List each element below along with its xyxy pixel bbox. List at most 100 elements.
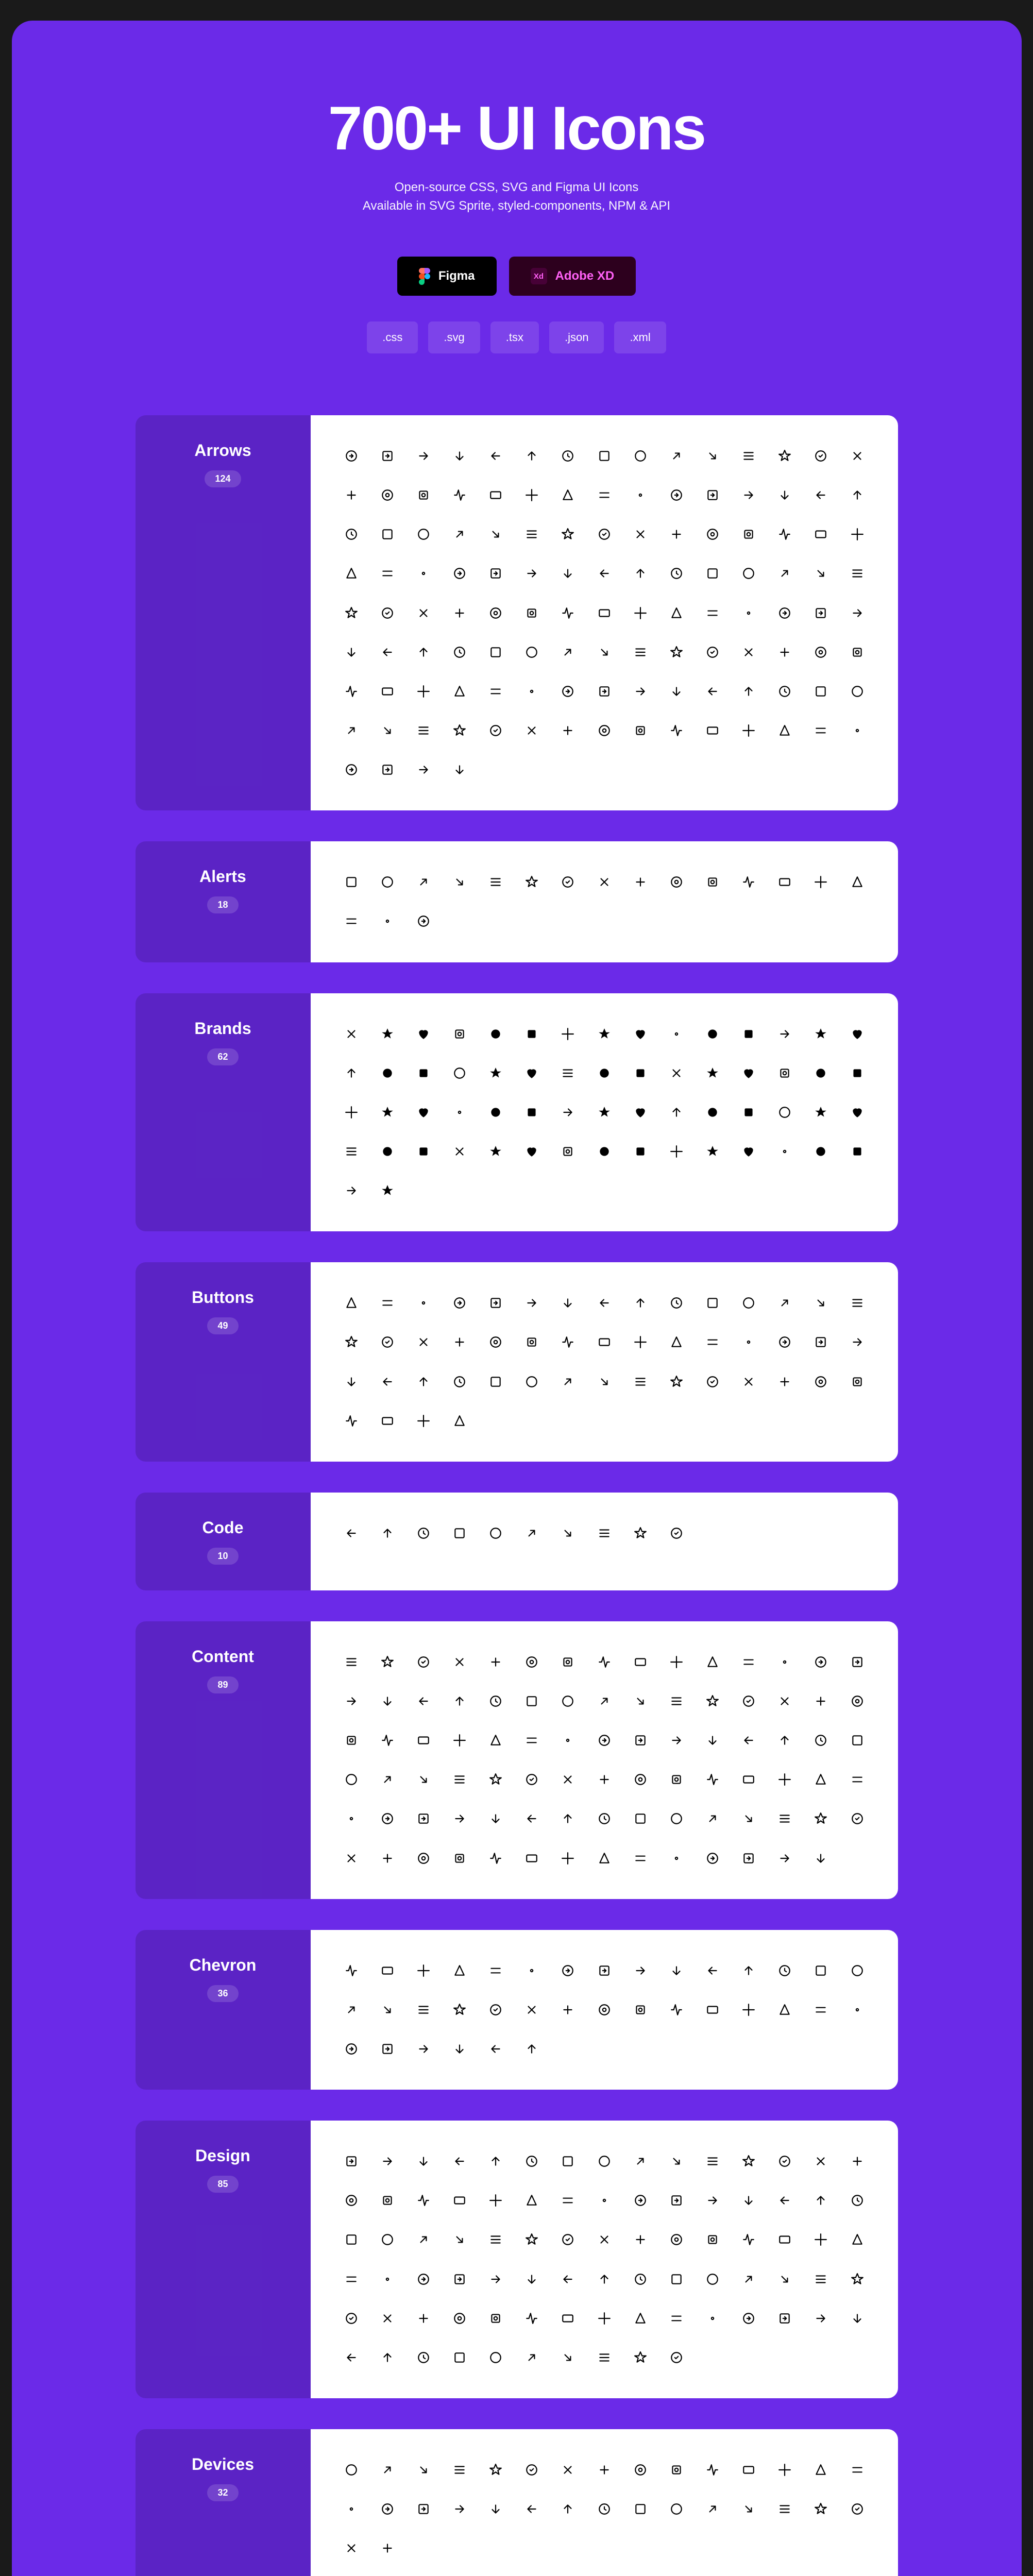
icon-item[interactable] bbox=[371, 1517, 403, 1549]
icon-item[interactable] bbox=[588, 2224, 620, 2256]
icon-item[interactable] bbox=[444, 636, 476, 668]
icon-item[interactable] bbox=[733, 1136, 765, 1167]
icon-item[interactable] bbox=[335, 905, 367, 937]
icon-item[interactable] bbox=[371, 1326, 403, 1358]
icon-item[interactable] bbox=[516, 2263, 548, 2295]
icon-item[interactable] bbox=[697, 2454, 729, 2486]
icon-item[interactable] bbox=[661, 2263, 692, 2295]
icon-item[interactable] bbox=[588, 1842, 620, 1874]
icon-item[interactable] bbox=[588, 1724, 620, 1756]
icon-item[interactable] bbox=[335, 597, 367, 629]
icon-item[interactable] bbox=[697, 1287, 729, 1319]
icon-item[interactable] bbox=[841, 1366, 873, 1398]
icon-item[interactable] bbox=[335, 2033, 367, 2065]
icon-item[interactable] bbox=[408, 1764, 439, 1795]
icon-item[interactable] bbox=[769, 1646, 801, 1678]
icon-item[interactable] bbox=[588, 715, 620, 747]
icon-item[interactable] bbox=[841, 866, 873, 898]
icon-item[interactable] bbox=[588, 1994, 620, 2026]
adobe-xd-button[interactable]: Xd Adobe XD bbox=[509, 257, 636, 296]
icon-item[interactable] bbox=[697, 1326, 729, 1358]
icon-item[interactable] bbox=[480, 2342, 512, 2374]
icon-item[interactable] bbox=[769, 1994, 801, 2026]
icon-item[interactable] bbox=[371, 1994, 403, 2026]
icon-item[interactable] bbox=[335, 1366, 367, 1398]
icon-item[interactable] bbox=[552, 715, 584, 747]
icon-item[interactable] bbox=[805, 1136, 837, 1167]
icon-item[interactable] bbox=[516, 675, 548, 707]
icon-item[interactable] bbox=[624, 1994, 656, 2026]
icon-item[interactable] bbox=[733, 1287, 765, 1319]
icon-item[interactable] bbox=[444, 1136, 476, 1167]
icon-item[interactable] bbox=[408, 2145, 439, 2177]
icon-item[interactable] bbox=[841, 479, 873, 511]
icon-item[interactable] bbox=[661, 2454, 692, 2486]
icon-item[interactable] bbox=[661, 1018, 692, 1050]
icon-item[interactable] bbox=[371, 1096, 403, 1128]
icon-item[interactable] bbox=[444, 1366, 476, 1398]
icon-item[interactable] bbox=[661, 557, 692, 589]
icon-item[interactable] bbox=[444, 2224, 476, 2256]
icon-item[interactable] bbox=[371, 1646, 403, 1678]
icon-item[interactable] bbox=[733, 866, 765, 898]
icon-item[interactable] bbox=[697, 1057, 729, 1089]
icon-item[interactable] bbox=[335, 479, 367, 511]
icon-item[interactable] bbox=[335, 2532, 367, 2564]
icon-item[interactable] bbox=[371, 1136, 403, 1167]
icon-item[interactable] bbox=[408, 518, 439, 550]
icon-item[interactable] bbox=[552, 1517, 584, 1549]
icon-item[interactable] bbox=[697, 1842, 729, 1874]
icon-item[interactable] bbox=[444, 1842, 476, 1874]
icon-item[interactable] bbox=[588, 1057, 620, 1089]
icon-item[interactable] bbox=[624, 597, 656, 629]
icon-item[interactable] bbox=[624, 1096, 656, 1128]
icon-item[interactable] bbox=[841, 2263, 873, 2295]
icon-item[interactable] bbox=[408, 1096, 439, 1128]
icon-item[interactable] bbox=[444, 2184, 476, 2216]
icon-item[interactable] bbox=[588, 2145, 620, 2177]
icon-item[interactable] bbox=[552, 2342, 584, 2374]
icon-item[interactable] bbox=[697, 1803, 729, 1835]
icon-item[interactable] bbox=[480, 2263, 512, 2295]
icon-item[interactable] bbox=[408, 1685, 439, 1717]
icon-item[interactable] bbox=[444, 2342, 476, 2374]
icon-item[interactable] bbox=[516, 866, 548, 898]
icon-item[interactable] bbox=[733, 1018, 765, 1050]
figma-button[interactable]: Figma bbox=[397, 257, 497, 296]
icon-item[interactable] bbox=[733, 1366, 765, 1398]
icon-item[interactable] bbox=[588, 866, 620, 898]
icon-item[interactable] bbox=[335, 1646, 367, 1678]
icon-item[interactable] bbox=[408, 2493, 439, 2525]
icon-item[interactable] bbox=[371, 1803, 403, 1835]
icon-item[interactable] bbox=[444, 1517, 476, 1549]
icon-item[interactable] bbox=[444, 597, 476, 629]
icon-item[interactable] bbox=[733, 636, 765, 668]
icon-item[interactable] bbox=[516, 1057, 548, 1089]
icon-item[interactable] bbox=[552, 1764, 584, 1795]
icon-item[interactable] bbox=[588, 1955, 620, 1987]
icon-item[interactable] bbox=[408, 1842, 439, 1874]
icon-item[interactable] bbox=[805, 2145, 837, 2177]
icon-item[interactable] bbox=[769, 1803, 801, 1835]
icon-item[interactable] bbox=[335, 557, 367, 589]
icon-item[interactable] bbox=[661, 1057, 692, 1089]
icon-item[interactable] bbox=[805, 675, 837, 707]
icon-item[interactable] bbox=[733, 1646, 765, 1678]
icon-item[interactable] bbox=[371, 1724, 403, 1756]
icon-item[interactable] bbox=[408, 754, 439, 786]
icon-item[interactable] bbox=[588, 2454, 620, 2486]
icon-item[interactable] bbox=[516, 1685, 548, 1717]
icon-item[interactable] bbox=[661, 1842, 692, 1874]
icon-item[interactable] bbox=[335, 636, 367, 668]
icon-item[interactable] bbox=[769, 1685, 801, 1717]
icon-item[interactable] bbox=[769, 2302, 801, 2334]
icon-item[interactable] bbox=[335, 2342, 367, 2374]
icon-item[interactable] bbox=[516, 479, 548, 511]
icon-item[interactable] bbox=[480, 1096, 512, 1128]
icon-item[interactable] bbox=[552, 2454, 584, 2486]
icon-item[interactable] bbox=[805, 2454, 837, 2486]
icon-item[interactable] bbox=[805, 2263, 837, 2295]
icon-item[interactable] bbox=[371, 597, 403, 629]
icon-item[interactable] bbox=[733, 597, 765, 629]
icon-item[interactable] bbox=[335, 675, 367, 707]
